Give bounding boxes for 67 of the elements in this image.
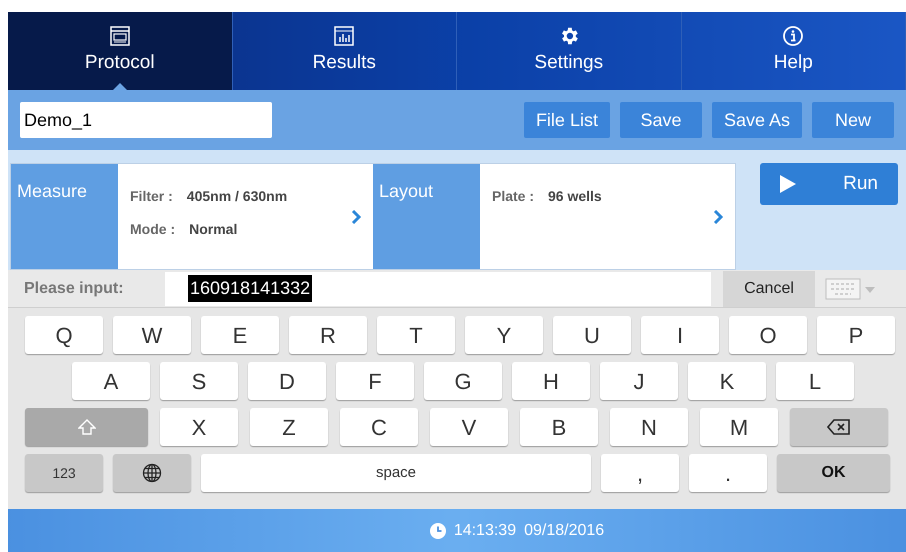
ok-key[interactable]: OK <box>777 454 890 492</box>
keyboard-key[interactable]: B <box>520 408 598 446</box>
keyboard-key[interactable]: . <box>689 454 767 492</box>
keyboard-input-field[interactable]: 160918141332 <box>165 272 711 306</box>
run-button[interactable]: Run <box>760 163 898 205</box>
keyboard-key[interactable]: U <box>553 316 631 354</box>
section-card[interactable]: Filter : 405nm / 630nm Mode : Normal <box>118 164 373 269</box>
keyboard-key[interactable]: W <box>113 316 191 354</box>
field-label: Filter : <box>130 187 173 206</box>
toolbar-button[interactable]: File List <box>524 102 610 138</box>
file-name-field[interactable]: Demo_1 <box>20 102 272 138</box>
chevron-right-icon <box>351 210 361 224</box>
keyboard-key[interactable]: R <box>289 316 367 354</box>
section-card[interactable]: Plate : 96 wells <box>480 164 735 269</box>
keyboard-key[interactable]: Y <box>465 316 543 354</box>
keyboard-key[interactable]: N <box>610 408 688 446</box>
keyboard-key[interactable]: , <box>601 454 679 492</box>
chart-icon <box>333 24 356 47</box>
keyboard-key[interactable]: D <box>248 362 326 400</box>
keyboard-key[interactable]: Z <box>250 408 328 446</box>
keyboard-key[interactable]: C <box>340 408 418 446</box>
status-date: 09/18/2016 <box>524 520 604 540</box>
selected-input-text: 160918141332 <box>188 275 312 302</box>
keyboard-key[interactable]: Q <box>25 316 103 354</box>
globe-icon <box>142 463 162 483</box>
chevron-right-icon <box>713 210 723 224</box>
keyboard-key[interactable]: K <box>688 362 766 400</box>
keyboard-key[interactable]: F <box>336 362 414 400</box>
keyboard-key[interactable]: H <box>512 362 590 400</box>
keyboard-key[interactable]: E <box>201 316 279 354</box>
keyboard-key[interactable]: A <box>72 362 150 400</box>
keyboard-key[interactable]: O <box>729 316 807 354</box>
keyboard-key[interactable]: M <box>700 408 778 446</box>
status-time: 14:13:39 <box>454 520 516 540</box>
cancel-button[interactable]: Cancel <box>723 270 815 306</box>
keyboard-key[interactable]: V <box>430 408 508 446</box>
section-label: Layout <box>373 164 480 269</box>
toolbar-button[interactable]: New <box>812 102 894 138</box>
keyboard-toggle-icon[interactable] <box>825 278 877 300</box>
field-label: Plate : <box>492 187 534 206</box>
shift-icon <box>78 419 96 435</box>
clock-icon <box>430 522 446 538</box>
nav-tab[interactable]: Protocol <box>8 12 232 90</box>
backspace-icon <box>827 419 851 435</box>
info-icon <box>782 24 804 47</box>
field-value: Normal <box>189 220 238 239</box>
keyboard-key[interactable]: I <box>641 316 719 354</box>
field-value: 405nm / 630nm <box>186 187 288 206</box>
keyboard-key[interactable]: L <box>776 362 854 400</box>
toolbar-button[interactable]: Save <box>620 102 702 138</box>
toolbar-button[interactable]: Save As <box>712 102 802 138</box>
keyboard-key[interactable]: T <box>377 316 455 354</box>
backspace-key[interactable] <box>790 408 888 446</box>
keyboard-key[interactable]: X <box>160 408 238 446</box>
play-icon <box>780 175 796 193</box>
keyboard-key[interactable]: G <box>424 362 502 400</box>
number-mode-key[interactable]: 123 <box>25 454 103 492</box>
field-label: Mode : <box>130 220 176 239</box>
keyboard-key[interactable]: S <box>160 362 238 400</box>
field-value: 96 wells <box>548 187 602 206</box>
input-prompt: Please input: <box>23 278 125 298</box>
section-label: Measure <box>11 164 118 269</box>
keyboard-key[interactable]: J <box>600 362 678 400</box>
space-key[interactable]: space <box>201 454 591 492</box>
window-icon <box>108 24 131 47</box>
globe-key[interactable] <box>113 454 191 492</box>
keyboard-key[interactable]: P <box>817 316 895 354</box>
